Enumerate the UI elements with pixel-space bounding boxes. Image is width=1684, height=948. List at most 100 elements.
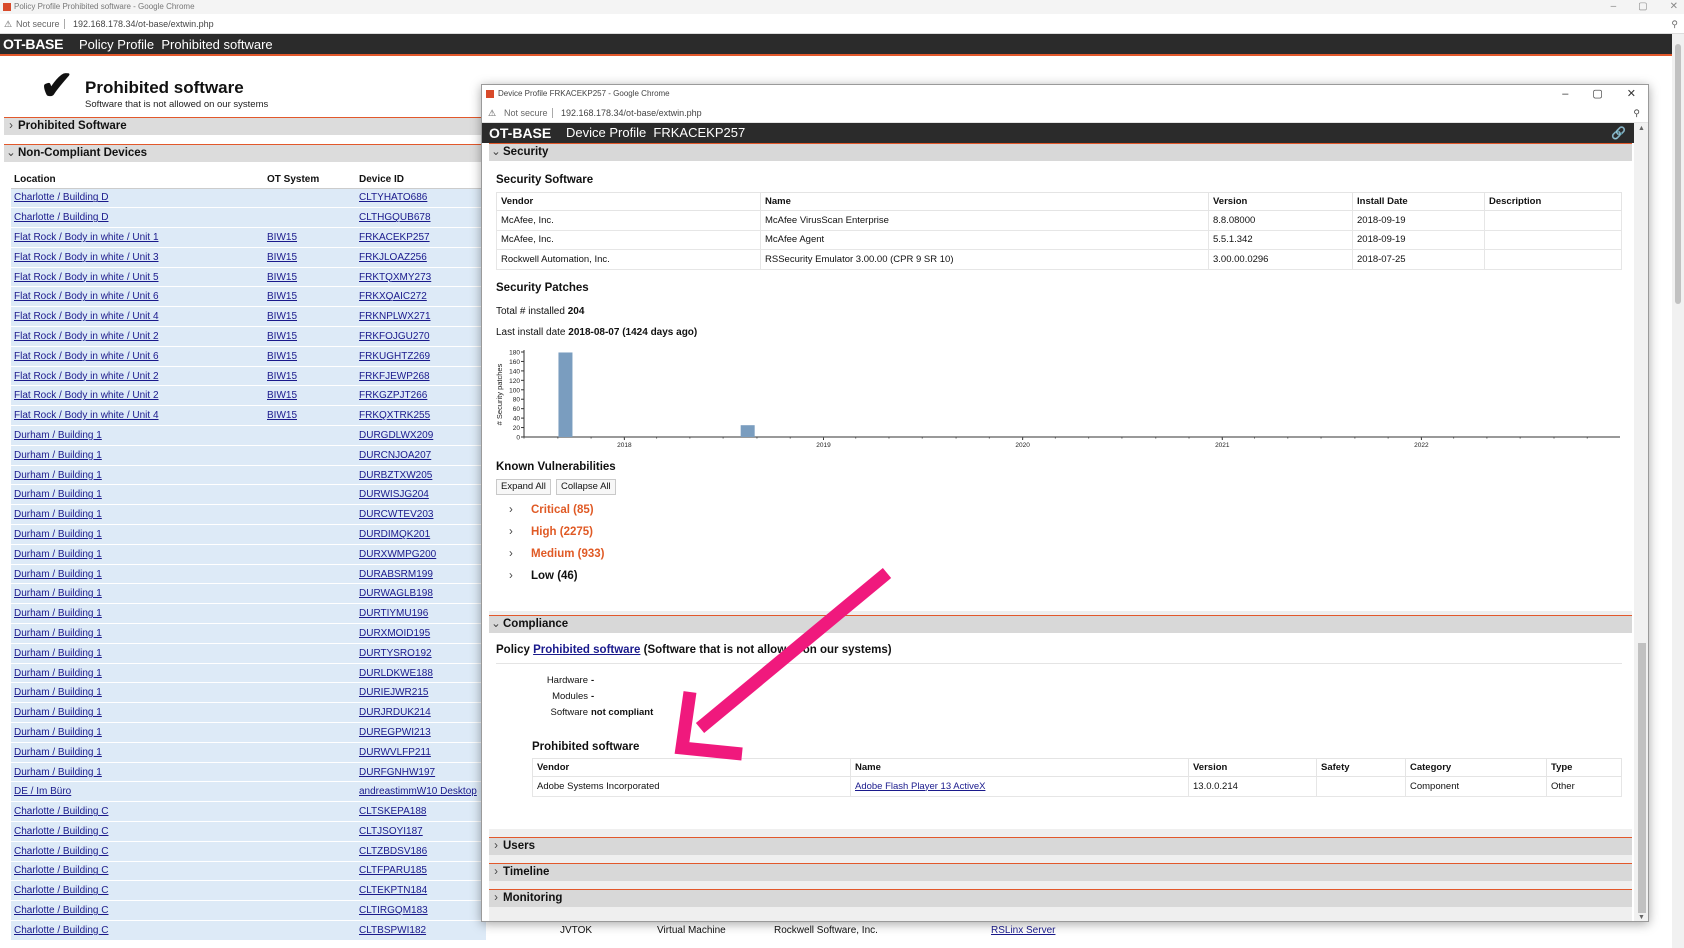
location-link[interactable]: Flat Rock / Body in white / Unit 6	[14, 291, 159, 302]
device-id-link[interactable]: DURWAGLB198	[359, 588, 433, 599]
expand-all-button[interactable]: Expand All	[496, 479, 551, 495]
ot-system-link[interactable]: BIW15	[267, 252, 297, 263]
device-id-link[interactable]: DURXMOID195	[359, 628, 430, 639]
minimize-icon[interactable]: –	[1611, 0, 1617, 14]
location-link[interactable]: Flat Rock / Body in white / Unit 3	[14, 252, 159, 263]
location-link[interactable]: Durham / Building 1	[14, 529, 102, 540]
section-monitoring[interactable]: › Monitoring	[489, 889, 1632, 907]
url-text[interactable]: 192.168.178.34/ot-base/extwin.php	[73, 14, 214, 34]
column-header-location[interactable]: Location	[11, 171, 264, 189]
device-id-link[interactable]: andreastimmW10 Desktop	[359, 786, 477, 797]
location-link[interactable]: Durham / Building 1	[14, 430, 102, 441]
ot-system-link[interactable]: BIW15	[267, 371, 297, 382]
location-link[interactable]: Charlotte / Building C	[14, 865, 109, 876]
device-id-link[interactable]: FRKNPLWX271	[359, 311, 431, 322]
device-id-link[interactable]: CLTEKPTN184	[359, 885, 427, 896]
ot-system-link[interactable]: BIW15	[267, 232, 297, 243]
collapse-all-button[interactable]: Collapse All	[556, 479, 616, 495]
location-link[interactable]: Flat Rock / Body in white / Unit 2	[14, 371, 159, 382]
device-id-link[interactable]: FRKFOJGU270	[359, 331, 430, 342]
device-id-link[interactable]: FRKGZPJT266	[359, 390, 427, 401]
device-id-link[interactable]: DURLDKWE188	[359, 668, 433, 679]
app-logo[interactable]: OT-BASE	[489, 123, 551, 143]
column-header-name[interactable]: Name	[850, 758, 1189, 777]
location-link[interactable]: Durham / Building 1	[14, 687, 102, 698]
column-header-vendor[interactable]: Vendor	[496, 192, 761, 211]
device-id-link[interactable]: DURGDLWX209	[359, 430, 433, 441]
location-link[interactable]: Durham / Building 1	[14, 470, 102, 481]
device-id-link[interactable]: CLTBSPWI182	[359, 925, 426, 936]
location-link[interactable]: Charlotte / Building D	[14, 192, 109, 203]
url-text[interactable]: 192.168.178.34/ot-base/extwin.php	[561, 103, 702, 123]
device-id-link[interactable]: FRKQXTRK255	[359, 410, 430, 421]
location-link[interactable]: Charlotte / Building C	[14, 806, 109, 817]
location-link[interactable]: Durham / Building 1	[14, 648, 102, 659]
device-id-link[interactable]: DURTYSRO192	[359, 648, 432, 659]
location-link[interactable]: Flat Rock / Body in white / Unit 2	[14, 390, 159, 401]
device-id-link[interactable]: FRKUGHTZ269	[359, 351, 430, 362]
maximize-icon[interactable]: ▢	[1638, 0, 1647, 14]
column-header-safety[interactable]: Safety	[1316, 758, 1406, 777]
vuln-medium[interactable]: › Medium (933)	[509, 548, 605, 560]
close-icon[interactable]: ✕	[1670, 0, 1678, 14]
location-link[interactable]: Durham / Building 1	[14, 767, 102, 778]
location-link[interactable]: Durham / Building 1	[14, 727, 102, 738]
column-header-name[interactable]: Name	[760, 192, 1209, 211]
policy-link[interactable]: Prohibited software	[533, 644, 640, 656]
column-header-ot-system[interactable]: OT System	[264, 171, 356, 189]
outer-address-bar[interactable]: ⚠ Not secure 192.168.178.34/ot-base/extw…	[0, 14, 1684, 34]
device-id-link[interactable]: CLTHGQUB678	[359, 212, 431, 223]
device-id-link[interactable]: FRKJLOAZ256	[359, 252, 427, 263]
zoom-icon[interactable]: ⚲	[1671, 14, 1678, 34]
location-link[interactable]: Durham / Building 1	[14, 549, 102, 560]
location-link[interactable]: Durham / Building 1	[14, 628, 102, 639]
location-link[interactable]: Flat Rock / Body in white / Unit 2	[14, 331, 159, 342]
ot-system-link[interactable]: BIW15	[267, 291, 297, 302]
device-id-link[interactable]: DURABSRM199	[359, 569, 433, 580]
device-id-link[interactable]: CLTFPARU185	[359, 865, 427, 876]
location-link[interactable]: Durham / Building 1	[14, 489, 102, 500]
column-header-install-date[interactable]: Install Date	[1352, 192, 1485, 211]
device-id-link[interactable]: FRKFJEWP268	[359, 371, 430, 382]
maximize-icon[interactable]: ▢	[1592, 85, 1602, 103]
device-id-link[interactable]: DUREGPWI213	[359, 727, 431, 738]
location-link[interactable]: Flat Rock / Body in white / Unit 4	[14, 410, 159, 421]
location-link[interactable]: Durham / Building 1	[14, 450, 102, 461]
column-header-vendor[interactable]: Vendor	[532, 758, 851, 777]
scroll-up-icon[interactable]: ▲	[1638, 125, 1645, 132]
device-id-link[interactable]: DURWISJG204	[359, 489, 429, 500]
device-id-link[interactable]: CLTJSOYI187	[359, 826, 423, 837]
close-icon[interactable]: ✕	[1627, 85, 1636, 103]
device-id-link[interactable]: DURCNJOA207	[359, 450, 431, 461]
device-id-link[interactable]: DURXWMPG200	[359, 549, 436, 560]
location-link[interactable]: Charlotte / Building C	[14, 826, 109, 837]
device-id-link[interactable]: CLTIRGQM183	[359, 905, 428, 916]
ot-system-link[interactable]: BIW15	[267, 272, 297, 283]
ot-system-link[interactable]: BIW15	[267, 410, 297, 421]
ot-system-link[interactable]: BIW15	[267, 311, 297, 322]
location-link[interactable]: Charlotte / Building C	[14, 925, 109, 936]
vuln-high[interactable]: › High (2275)	[509, 526, 593, 538]
device-id-link[interactable]: DURIEJWR215	[359, 687, 428, 698]
vuln-low[interactable]: › Low (46)	[509, 570, 578, 582]
device-id-link[interactable]: DURDIMQK201	[359, 529, 430, 540]
location-link[interactable]: Flat Rock / Body in white / Unit 6	[14, 351, 159, 362]
device-id-link[interactable]: FRKXQAIC272	[359, 291, 427, 302]
device-id-link[interactable]: CLTYHATO686	[359, 192, 427, 203]
location-link[interactable]: Flat Rock / Body in white / Unit 1	[14, 232, 159, 243]
vuln-critical[interactable]: › Critical (85)	[509, 504, 594, 516]
link-icon[interactable]: 🔗	[1611, 123, 1626, 143]
location-link[interactable]: Durham / Building 1	[14, 569, 102, 580]
column-header-type[interactable]: Type	[1546, 758, 1622, 777]
app-logo[interactable]: OT-BASE	[3, 34, 63, 55]
last-row-software-link[interactable]: RSLinx Server	[991, 925, 1055, 936]
section-prohibited-software[interactable]: › Prohibited Software	[4, 117, 482, 135]
location-link[interactable]: Durham / Building 1	[14, 509, 102, 520]
section-security[interactable]: ⌄ Security	[489, 143, 1632, 161]
scroll-down-icon[interactable]: ▼	[1638, 914, 1645, 921]
minimize-icon[interactable]: –	[1562, 85, 1568, 103]
location-link[interactable]: Durham / Building 1	[14, 588, 102, 599]
ot-system-link[interactable]: BIW15	[267, 331, 297, 342]
outer-scrollbar[interactable]	[1672, 34, 1684, 948]
software-link[interactable]: Adobe Flash Player 13 ActiveX	[855, 781, 985, 792]
